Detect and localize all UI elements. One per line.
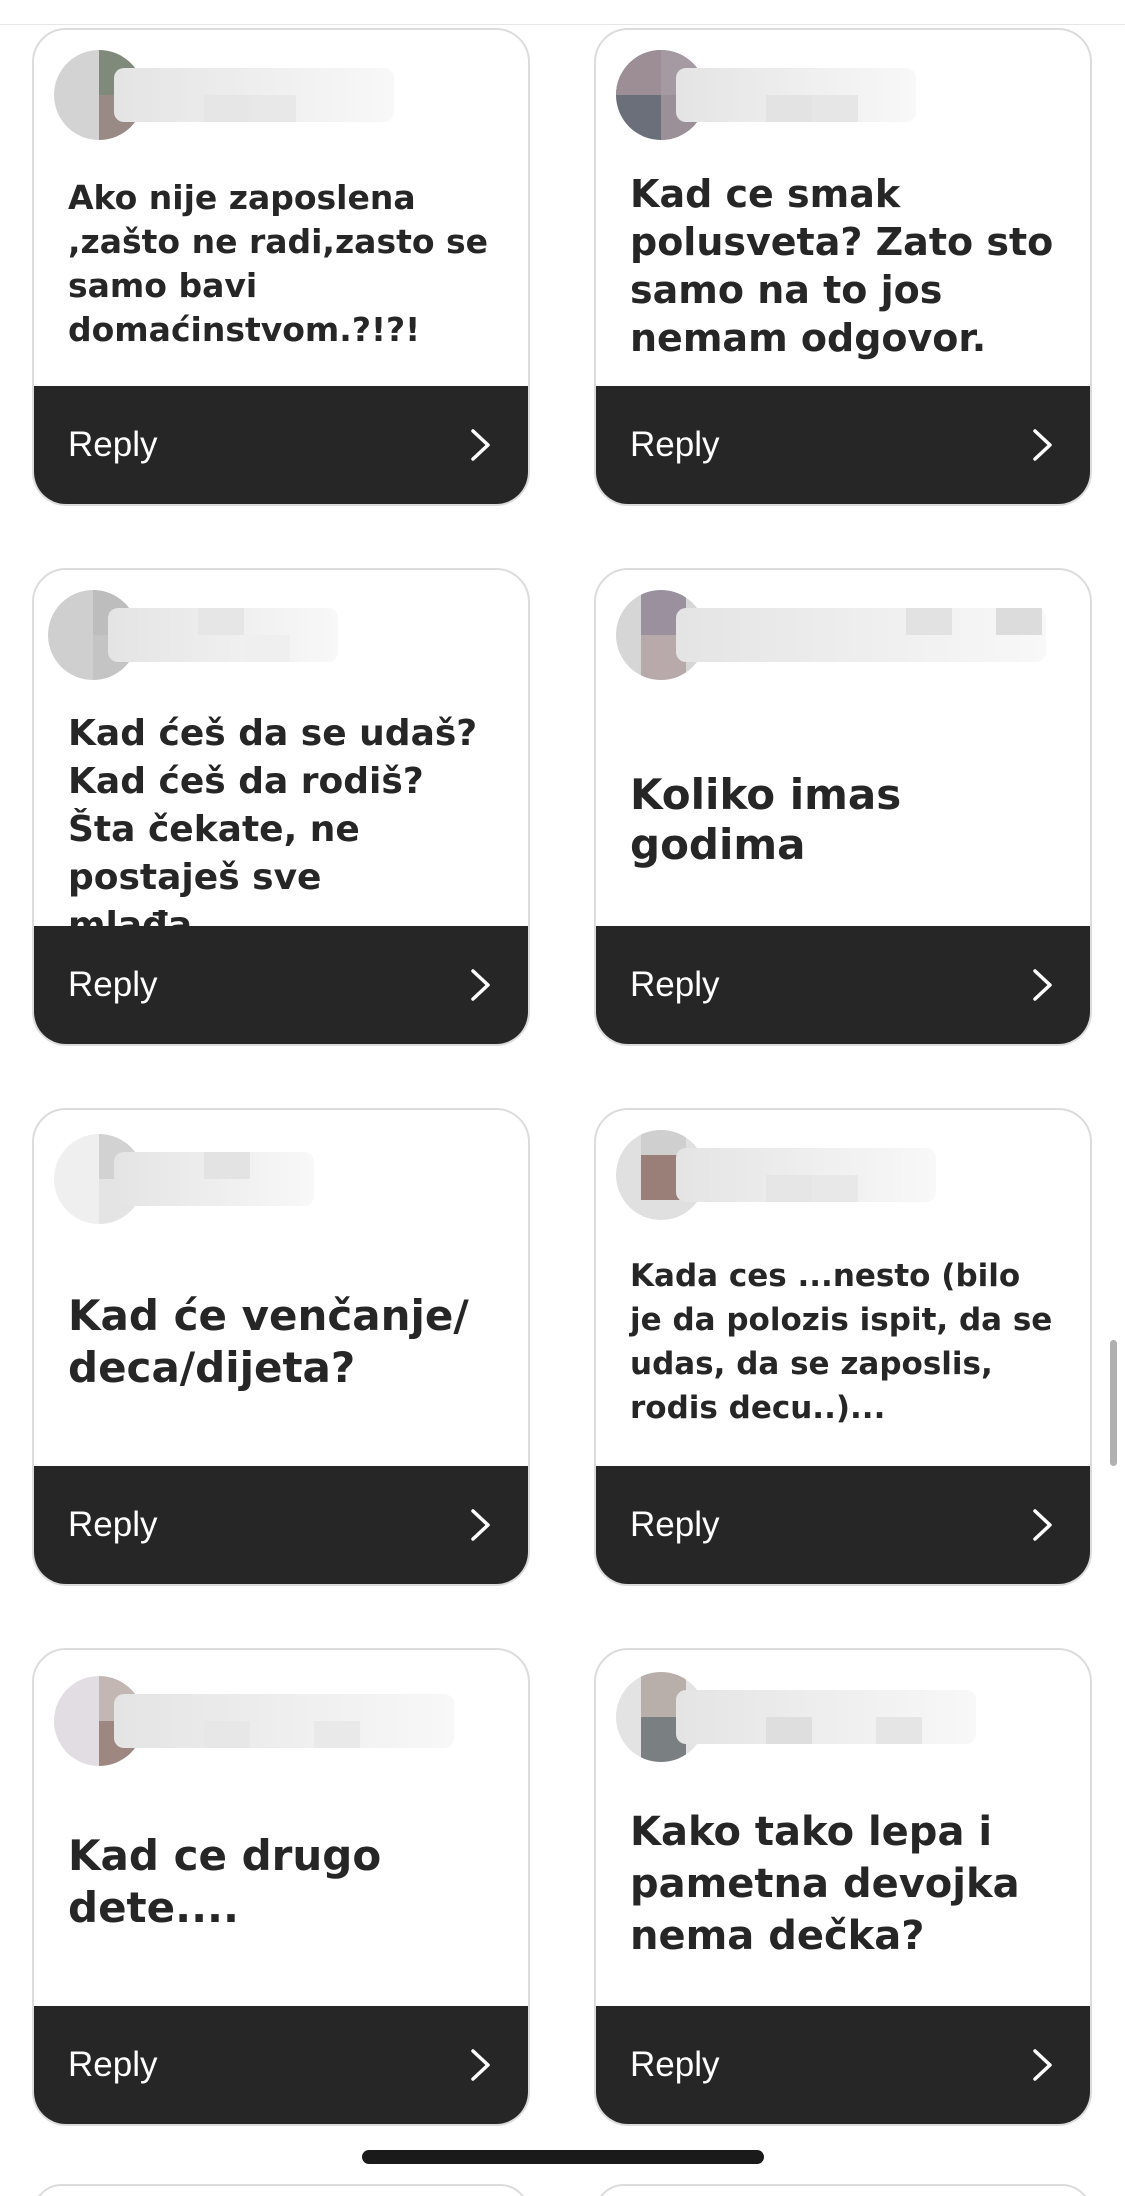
responder-profile: [54, 1134, 394, 1224]
chevron-right-icon: [471, 1509, 490, 1541]
question-card[interactable]: Kad ce smak polusveta? Zato sto samo na …: [594, 28, 1092, 506]
username-blurred: [114, 1694, 454, 1748]
question-card[interactable]: Ako nije zaposlena ,zašto ne radi,zasto …: [32, 28, 530, 506]
question-card[interactable]: Kako tako lepa i pametna devojka nema de…: [594, 1648, 1092, 2126]
reply-button[interactable]: Reply: [34, 1466, 528, 1584]
question-text: Kako tako lepa i pametna devojka nema de…: [630, 1809, 1020, 1959]
responder-profile: [616, 1130, 956, 1220]
username-blurred: [676, 68, 916, 122]
username-blurred: [108, 608, 338, 662]
responder-profile: [616, 590, 1056, 680]
question-stickers-screen: Ako nije zaposlena ,zašto ne radi,zasto …: [0, 0, 1125, 2196]
responder-profile: [54, 1676, 454, 1766]
reply-label: Reply: [630, 425, 720, 464]
question-card-partial[interactable]: [594, 2184, 1092, 2196]
reply-label: Reply: [630, 1505, 720, 1544]
scroll-indicator[interactable]: [1110, 1340, 1117, 1466]
reply-label: Reply: [68, 965, 158, 1004]
question-text: Koliko imas godima: [630, 770, 902, 869]
question-text: Kad ce drugo dete....: [68, 1831, 382, 1932]
top-divider: [0, 0, 1125, 25]
responder-profile: [616, 1672, 976, 1762]
question-card[interactable]: Kad ce drugo dete.... Reply: [32, 1648, 530, 2126]
responder-profile: [616, 50, 956, 140]
chevron-right-icon: [471, 429, 490, 461]
chevron-right-icon: [1033, 429, 1052, 461]
reply-label: Reply: [68, 2045, 158, 2084]
reply-button[interactable]: Reply: [596, 386, 1090, 504]
home-indicator[interactable]: [362, 2150, 764, 2164]
username-blurred: [676, 1148, 936, 1202]
reply-label: Reply: [630, 2045, 720, 2084]
username-blurred: [114, 68, 394, 122]
responder-profile: [48, 590, 388, 680]
reply-label: Reply: [68, 1505, 158, 1544]
question-text: Kada ces ...nesto (bilo je da polozis is…: [630, 1258, 1053, 1426]
chevron-right-icon: [471, 969, 490, 1001]
responder-profile: [54, 50, 394, 140]
question-card[interactable]: Koliko imas godima Reply: [594, 568, 1092, 1046]
username-blurred: [676, 608, 1046, 662]
reply-label: Reply: [630, 965, 720, 1004]
question-card[interactable]: Kad će venčanje/ deca/dijeta? Reply: [32, 1108, 530, 1586]
reply-button[interactable]: Reply: [596, 1466, 1090, 1584]
username-blurred: [114, 1152, 314, 1206]
question-text: Kad ce smak polusveta? Zato sto samo na …: [630, 172, 1054, 360]
chevron-right-icon: [1033, 1509, 1052, 1541]
question-card[interactable]: Kad ćeš da se udaš? Kad ćeš da rodiš? Št…: [32, 568, 530, 1046]
question-card-partial[interactable]: [32, 2184, 530, 2196]
chevron-right-icon: [1033, 969, 1052, 1001]
question-card[interactable]: Kada ces ...nesto (bilo je da polozis is…: [594, 1108, 1092, 1586]
reply-button[interactable]: Reply: [596, 2006, 1090, 2124]
reply-button[interactable]: Reply: [34, 926, 528, 1044]
reply-button[interactable]: Reply: [34, 2006, 528, 2124]
chevron-right-icon: [1033, 2049, 1052, 2081]
question-text: Ako nije zaposlena ,zašto ne radi,zasto …: [68, 178, 489, 349]
chevron-right-icon: [471, 2049, 490, 2081]
question-text: Kad ćeš da se udaš? Kad ćeš da rodiš? Št…: [68, 713, 478, 946]
reply-button[interactable]: Reply: [34, 386, 528, 504]
username-blurred: [676, 1690, 976, 1744]
reply-button[interactable]: Reply: [596, 926, 1090, 1044]
reply-label: Reply: [68, 425, 158, 464]
question-text: Kad će venčanje/ deca/dijeta?: [68, 1291, 469, 1392]
